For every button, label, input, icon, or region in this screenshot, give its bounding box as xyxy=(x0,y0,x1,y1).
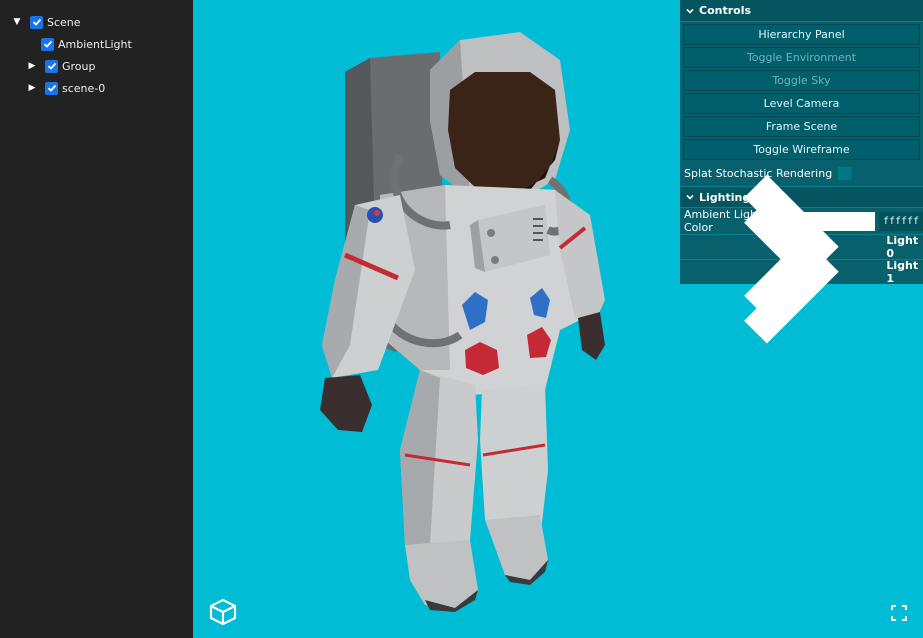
hierarchy-panel: ▼ Scene AmbientLight ▶ Group ▶ scene-0 xyxy=(0,0,193,638)
toggle-sky-button[interactable]: Toggle Sky xyxy=(683,70,920,91)
chevron-right-icon xyxy=(744,200,839,344)
controls-header[interactable]: Controls xyxy=(680,0,923,22)
hierarchy-panel-button[interactable]: Hierarchy Panel xyxy=(683,24,920,45)
fullscreen-icon[interactable] xyxy=(891,605,907,621)
light-1-folder[interactable]: Light 1 xyxy=(680,200,923,344)
tree-item-scene[interactable]: ▼ Scene xyxy=(0,11,193,33)
controls-panel: Controls Hierarchy Panel Toggle Environm… xyxy=(680,0,923,344)
chevron-down-icon xyxy=(686,8,694,14)
expand-triangle-right-icon[interactable]: ▶ xyxy=(25,61,39,71)
light-1-label: Light 1 xyxy=(886,259,919,285)
ambientlight-checkbox[interactable] xyxy=(41,37,54,51)
toggle-environment-button[interactable]: Toggle Environment xyxy=(683,47,920,68)
group-checkbox[interactable] xyxy=(45,59,58,73)
tree-item-label: Scene xyxy=(47,15,81,29)
light-0-label: Light 0 xyxy=(886,234,919,260)
expand-triangle-down-icon[interactable]: ▼ xyxy=(10,17,24,27)
controls-title: Controls xyxy=(699,4,752,17)
tree-item-label: Group xyxy=(62,59,96,73)
tree-item-ambientlight[interactable]: AmbientLight xyxy=(0,33,193,55)
scene-checkbox[interactable] xyxy=(30,15,43,29)
scene-0-checkbox[interactable] xyxy=(45,81,58,95)
tree-item-group[interactable]: ▶ Group xyxy=(0,55,193,77)
frame-scene-button[interactable]: Frame Scene xyxy=(683,116,920,137)
level-camera-button[interactable]: Level Camera xyxy=(683,93,920,114)
tree-item-scene-0[interactable]: ▶ scene-0 xyxy=(0,77,193,99)
cube-icon[interactable] xyxy=(208,597,238,627)
expand-triangle-right-icon[interactable]: ▶ xyxy=(25,83,39,93)
tree-item-label: AmbientLight xyxy=(58,37,132,51)
tree-item-label: scene-0 xyxy=(62,81,106,95)
